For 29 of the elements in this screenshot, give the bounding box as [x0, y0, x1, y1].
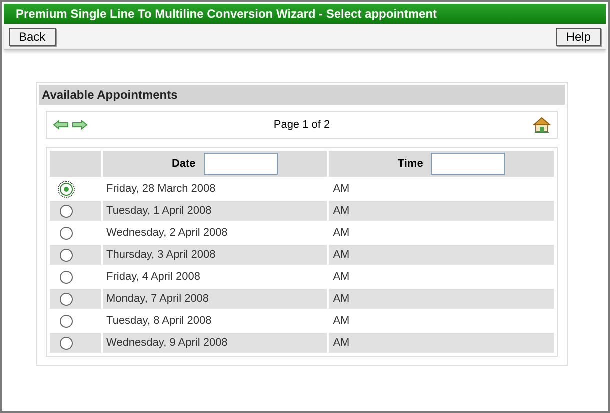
next-arrow-icon[interactable] — [72, 120, 88, 130]
radio-button[interactable] — [60, 336, 73, 350]
column-label: Date — [172, 156, 196, 172]
radio-button[interactable] — [60, 314, 73, 328]
date-cell: Thursday, 3 April 2008 — [102, 245, 328, 265]
panel-header: Available Appointments — [39, 85, 565, 105]
page-indicator: Page 1 of 2 — [274, 118, 330, 133]
filter-field[interactable] — [431, 153, 506, 175]
back-button[interactable]: Back — [9, 28, 56, 46]
radio-button[interactable] — [60, 226, 73, 240]
radio-button[interactable] — [60, 270, 73, 284]
date-cell: Tuesday, 1 April 2008 — [102, 201, 328, 221]
help-button[interactable]: Help — [556, 28, 601, 46]
radio-button[interactable] — [60, 182, 73, 196]
title-bar: Premium Single Line To Multiline Conversion Wizard - Select appointment — [4, 4, 606, 24]
date-cell: Monday, 7 April 2008 — [102, 289, 328, 309]
time-cell: AM — [329, 333, 554, 353]
column-label: Time — [398, 156, 424, 172]
home-icon[interactable] — [533, 117, 551, 133]
date-cell: Wednesday, 9 April 2008 — [102, 333, 328, 353]
radio-button[interactable] — [60, 292, 73, 306]
radio-button[interactable] — [60, 248, 73, 262]
radio-button[interactable] — [60, 204, 73, 218]
previous-arrow-icon[interactable] — [53, 120, 69, 130]
time-cell: AM — [329, 289, 554, 309]
time-cell: AM — [329, 245, 554, 265]
header-cell — [50, 151, 101, 177]
time-cell: AM — [329, 201, 554, 221]
filter-field[interactable] — [204, 153, 278, 175]
